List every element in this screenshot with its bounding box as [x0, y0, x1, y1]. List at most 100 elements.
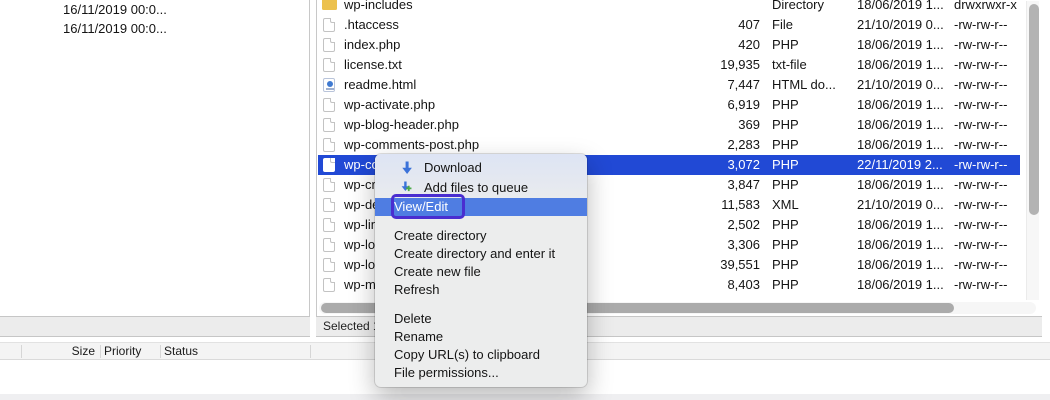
file-type-icon: [322, 277, 338, 293]
file-size-cell: 8,403: [618, 275, 760, 295]
file-perms-cell: -rw-rw-r--: [954, 195, 1020, 215]
queue-column-divider[interactable]: [100, 345, 101, 358]
local-modified-cell: 16/11/2019 00:0...: [63, 21, 167, 36]
view-edit-annotation-box: [391, 194, 465, 219]
file-type-cell: PHP: [772, 215, 852, 235]
folder-icon: [322, 0, 337, 10]
remote-file-row[interactable]: wp-includes Directory 18/06/2019 1... dr…: [318, 0, 1020, 15]
file-icon: [323, 198, 335, 212]
file-icon: [323, 178, 335, 192]
file-icon: [323, 98, 335, 112]
menu-item-create-directory-enter[interactable]: Create directory and enter it: [375, 245, 587, 263]
local-file-row[interactable]: 16/11/2019 00:0...: [0, 0, 309, 19]
local-status-bar: [0, 316, 310, 337]
remote-file-row[interactable]: index.php 420 PHP 18/06/2019 1... -rw-rw…: [318, 35, 1020, 55]
file-type-cell: PHP: [772, 115, 852, 135]
file-icon: [323, 278, 335, 292]
selection-status: Selected 1: [323, 319, 380, 333]
menu-item-label: Create directory: [394, 228, 486, 243]
queue-column-divider[interactable]: [310, 345, 311, 358]
remote-file-row[interactable]: .htaccess 407 File 21/10/2019 0... -rw-r…: [318, 15, 1020, 35]
file-size-cell: 3,072: [618, 155, 760, 175]
menu-item-delete[interactable]: Delete: [375, 310, 587, 328]
window-bottom-edge: [0, 394, 1050, 400]
file-size-cell: 420: [618, 35, 760, 55]
remote-file-row[interactable]: license.txt 19,935 txt-file 18/06/2019 1…: [318, 55, 1020, 75]
menu-item-create-new-file[interactable]: Create new file: [375, 263, 587, 281]
file-name-cell: license.txt: [344, 55, 402, 75]
file-type-icon: [322, 197, 338, 213]
file-modified-cell: 18/06/2019 1...: [857, 215, 949, 235]
menu-item-file-permissions[interactable]: File permissions...: [375, 364, 587, 382]
local-file-row[interactable]: 16/11/2019 00:0...: [0, 19, 309, 38]
menu-item-download[interactable]: Download: [375, 158, 587, 178]
file-size-cell: 19,935: [618, 55, 760, 75]
download-icon: [400, 161, 415, 175]
file-size-cell: 2,502: [618, 215, 760, 235]
file-modified-cell: 18/06/2019 1...: [857, 35, 949, 55]
menu-item-label: File permissions...: [394, 365, 499, 380]
file-size-cell: 6,919: [618, 95, 760, 115]
file-size-cell: 2,283: [618, 135, 760, 155]
file-type-cell: Directory: [772, 0, 852, 15]
file-perms-cell: -rw-rw-r--: [954, 75, 1020, 95]
file-name-cell: readme.html: [344, 75, 416, 95]
file-icon: [323, 118, 335, 132]
menu-item-label: Add files to queue: [424, 180, 528, 195]
file-modified-cell: 18/06/2019 1...: [857, 135, 949, 155]
file-name-cell: wp-lin: [344, 215, 378, 235]
menu-item-rename[interactable]: Rename: [375, 328, 587, 346]
vertical-scrollbar-thumb[interactable]: [1029, 4, 1039, 215]
file-type-icon: [322, 257, 338, 273]
remote-file-row[interactable]: wp-blog-header.php 369 PHP 18/06/2019 1.…: [318, 115, 1020, 135]
local-modified-cell: 16/11/2019 00:0...: [63, 2, 167, 17]
file-perms-cell: -rw-rw-r--: [954, 95, 1020, 115]
remote-file-row[interactable]: readme.html 7,447 HTML do... 21/10/2019 …: [318, 75, 1020, 95]
queue-header-size[interactable]: Size: [40, 343, 95, 360]
file-size-cell: 3,306: [618, 235, 760, 255]
menu-item-label: Copy URL(s) to clipboard: [394, 347, 540, 362]
html-icon: [323, 78, 335, 92]
context-menu-items: Download Add files to queue View/Edit Cr…: [375, 154, 587, 382]
file-size-cell: 3,847: [618, 175, 760, 195]
menu-item-label: Create new file: [394, 264, 481, 279]
file-type-icon: [322, 217, 338, 233]
menu-item-copy-urls-to-clipboard[interactable]: Copy URL(s) to clipboard: [375, 346, 587, 364]
file-icon: [323, 38, 335, 52]
file-perms-cell: -rw-rw-r--: [954, 235, 1020, 255]
remote-file-row[interactable]: wp-comments-post.php 2,283 PHP 18/06/201…: [318, 135, 1020, 155]
menu-item-label: Create directory and enter it: [394, 246, 555, 261]
queue-column-divider[interactable]: [160, 345, 161, 358]
vertical-scrollbar[interactable]: [1026, 1, 1039, 300]
file-name-cell: wp-cr: [344, 175, 376, 195]
file-modified-cell: 18/06/2019 1...: [857, 115, 949, 135]
file-icon: [323, 58, 335, 72]
file-type-icon: [322, 17, 338, 33]
file-type-cell: PHP: [772, 95, 852, 115]
file-perms-cell: -rw-rw-r--: [954, 155, 1020, 175]
file-modified-cell: 21/10/2019 0...: [857, 195, 949, 215]
queue-column-divider[interactable]: [21, 345, 22, 358]
file-name-cell: index.php: [344, 35, 400, 55]
file-size-cell: 369: [618, 115, 760, 135]
file-type-cell: PHP: [772, 135, 852, 155]
file-perms-cell: -rw-rw-r--: [954, 275, 1020, 295]
queue-header-priority[interactable]: Priority: [104, 343, 141, 360]
file-perms-cell: -rw-rw-r--: [954, 215, 1020, 235]
file-perms-cell: -rw-rw-r--: [954, 135, 1020, 155]
file-perms-cell: -rw-rw-r--: [954, 55, 1020, 75]
file-size-cell: 407: [618, 15, 760, 35]
file-type-icon: [322, 0, 338, 13]
menu-item-refresh[interactable]: Refresh: [375, 281, 587, 299]
file-modified-cell: 18/06/2019 1...: [857, 255, 949, 275]
file-perms-cell: -rw-rw-r--: [954, 255, 1020, 275]
file-type-cell: PHP: [772, 255, 852, 275]
menu-item-create-directory[interactable]: Create directory: [375, 227, 587, 245]
file-perms-cell: -rw-rw-r--: [954, 35, 1020, 55]
file-type-icon: [322, 97, 338, 113]
file-modified-cell: 18/06/2019 1...: [857, 235, 949, 255]
file-type-icon: [322, 117, 338, 133]
file-modified-cell: 18/06/2019 1...: [857, 0, 949, 15]
remote-file-row[interactable]: wp-activate.php 6,919 PHP 18/06/2019 1..…: [318, 95, 1020, 115]
queue-header-status[interactable]: Status: [164, 343, 198, 360]
